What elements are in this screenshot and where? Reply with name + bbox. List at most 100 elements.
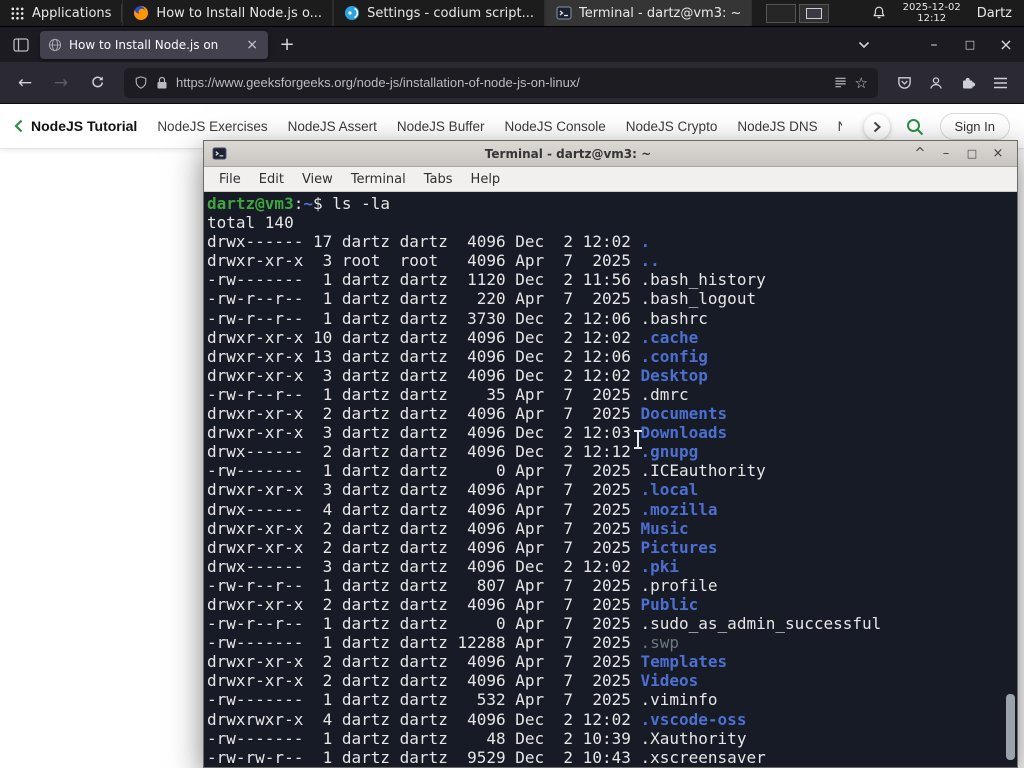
file-name: .Xauthority (640, 728, 747, 748)
new-tab-button[interactable]: + (272, 31, 302, 59)
file-name: .bash_logout (640, 289, 757, 309)
terminal-output-line: -rw-rw-r-- 1 dartz dartz 9529 Dec 2 10:4… (207, 747, 766, 767)
tracking-shield-icon[interactable] (134, 75, 148, 90)
terminal-output-line: -rw-r--r-- 1 dartz dartz 3730 Dec 2 12:0… (207, 308, 708, 328)
terminal-icon (556, 5, 572, 21)
terminal-close-button[interactable]: × (987, 144, 1009, 164)
menu-tabs[interactable]: Tabs (415, 167, 462, 191)
nav-scroll-left-chevron-icon[interactable] (14, 119, 23, 133)
reload-button[interactable] (80, 67, 114, 99)
site-nav-link[interactable]: NodeJS DNS (737, 119, 817, 134)
file-name: .viminfo (640, 690, 718, 710)
terminal-menu-bar: File Edit View Terminal Tabs Help (204, 167, 1017, 192)
tab-close-icon[interactable]: × (244, 37, 260, 53)
terminal-output-line: drwx------ 2 dartz dartz 4096 Dec 2 12:1… (207, 442, 699, 462)
terminal-title-bar[interactable]: Terminal - dartz@vm3: ~ ^ – □ × (204, 141, 1017, 167)
terminal-output-line: drwxr-xr-x 2 dartz dartz 4096 Apr 7 2025… (207, 518, 689, 538)
panel-clock[interactable]: 2025-12-02 12:12 (903, 2, 961, 24)
terminal-window: Terminal - dartz@vm3: ~ ^ – □ × File Edi… (203, 140, 1018, 768)
applications-label: Applications (32, 5, 112, 21)
file-name: .ICEauthority (640, 461, 766, 481)
desktop-screen: Applications How to Install Node.js o...… (0, 0, 1024, 768)
terminal-scrollbar-thumb[interactable] (1006, 694, 1015, 760)
file-name: Music (640, 518, 689, 538)
bookmark-star-icon[interactable]: ☆ (855, 74, 868, 92)
terminal-output-line: -rw------- 1 dartz dartz 0 Apr 7 2025 .I… (207, 461, 766, 481)
site-nav-link[interactable]: NodeJS Console (504, 119, 605, 134)
site-nav-primary-label: NodeJS Tutorial (31, 118, 138, 134)
terminal-scrollbar[interactable] (1006, 194, 1015, 765)
firefox-icon (133, 5, 149, 21)
browser-tab[interactable]: How to Install Node.js on × (40, 30, 268, 59)
firefox-view-icon[interactable] (6, 31, 36, 59)
clock-time: 12:12 (917, 13, 947, 24)
terminal-output-line: -rw-r--r-- 1 dartz dartz 807 Apr 7 2025 … (207, 575, 718, 595)
toolbar-extensions-cluster (888, 67, 1016, 99)
terminal-output-line: drwxr-xr-x 3 dartz dartz 4096 Dec 2 12:0… (207, 423, 728, 443)
notifications-bell-icon[interactable] (871, 5, 887, 21)
site-nav-link[interactable]: NodeJS Buffer (397, 119, 485, 134)
file-name: .profile (640, 575, 718, 595)
file-name: Videos (640, 671, 699, 691)
file-name: .pki (640, 556, 680, 576)
terminal-output-line: drwxr-xr-x 2 dartz dartz 4096 Apr 7 2025… (207, 652, 728, 672)
terminal-maximize-button[interactable]: □ (961, 144, 983, 164)
terminal-content[interactable]: dartz@vm3:~$ ls -la total 140 drwx------… (204, 192, 1017, 767)
menu-help[interactable]: Help (462, 167, 510, 191)
site-nav-primary[interactable]: NodeJS Tutorial (14, 118, 137, 134)
terminal-output-line: -rw-r--r-- 1 dartz dartz 220 Apr 7 2025 … (207, 289, 757, 309)
system-tray: 2025-12-02 12:12 Dartz (871, 2, 1024, 24)
window-close-button[interactable]: × (988, 27, 1024, 62)
file-name: Pictures (640, 537, 718, 557)
applications-grid-icon (10, 6, 25, 21)
account-icon[interactable] (920, 67, 952, 99)
terminal-output-line: drwxr-xr-x 2 dartz dartz 4096 Apr 7 2025… (207, 671, 699, 691)
pocket-icon[interactable] (888, 67, 920, 99)
reader-view-icon[interactable] (834, 76, 847, 89)
terminal-window-icon (212, 146, 227, 161)
taskbar-item-terminal[interactable]: Terminal - dartz@vm3: ~ (544, 0, 753, 26)
lock-icon[interactable] (156, 76, 168, 90)
workspace-switcher (766, 3, 830, 23)
file-name: .vscode-oss (640, 709, 747, 729)
file-name: .bash_history (640, 270, 766, 290)
forward-button[interactable]: → (44, 67, 78, 99)
terminal-shade-button[interactable]: ^ (909, 144, 931, 164)
taskbar-item-browser[interactable]: How to Install Node.js o... (122, 0, 334, 26)
file-name: .bashrc (640, 308, 708, 328)
nav-scroll-right-chevron-icon[interactable] (863, 113, 890, 140)
list-all-tabs-chevron-icon[interactable] (846, 27, 882, 62)
prompt-path: ~ (303, 194, 313, 213)
browser-toolbar: ← → https://www.geeksforgeeks.org/node-j… (0, 62, 1024, 104)
taskbar-item-settings[interactable]: Settings - codium script... (333, 0, 545, 26)
site-nav-link[interactable]: NodeJS Crypto (626, 119, 718, 134)
browser-window-controls: – □ × (916, 27, 1024, 62)
menu-view[interactable]: View (293, 167, 342, 191)
workspace-2[interactable] (799, 3, 830, 23)
tab-title: How to Install Node.js on (69, 37, 219, 52)
menu-hamburger-icon[interactable] (984, 67, 1016, 99)
site-nav-link[interactable]: NodeJS Assert (288, 119, 377, 134)
sign-in-button[interactable]: Sign In (939, 113, 1010, 140)
back-button[interactable]: ← (8, 67, 42, 99)
terminal-minimize-button[interactable]: – (935, 144, 957, 164)
url-bar[interactable]: https://www.geeksforgeeks.org/node-js/in… (124, 67, 878, 98)
menu-edit[interactable]: Edit (250, 167, 293, 191)
applications-menu[interactable]: Applications (0, 0, 121, 26)
menu-terminal[interactable]: Terminal (342, 167, 415, 191)
search-icon[interactable] (906, 118, 924, 136)
window-maximize-button[interactable]: □ (952, 27, 988, 62)
site-nav-link[interactable]: Node (838, 119, 842, 134)
tabbar-controls: – □ × (846, 27, 1024, 62)
clock-date: 2025-12-02 (902, 2, 961, 13)
terminal-output-line: drwxr-xr-x 2 dartz dartz 4096 Apr 7 2025… (207, 537, 718, 557)
prompt-user-host: dartz@vm3 (207, 194, 294, 213)
terminal-window-title: Terminal - dartz@vm3: ~ (484, 146, 652, 161)
file-name: .swp (640, 633, 680, 653)
user-menu[interactable]: Dartz (977, 6, 1012, 21)
window-minimize-button[interactable]: – (916, 27, 952, 62)
extensions-puzzle-icon[interactable] (952, 67, 984, 99)
menu-file[interactable]: File (210, 167, 250, 191)
site-nav-link[interactable]: NodeJS Exercises (157, 119, 267, 134)
workspace-1[interactable] (766, 3, 797, 23)
